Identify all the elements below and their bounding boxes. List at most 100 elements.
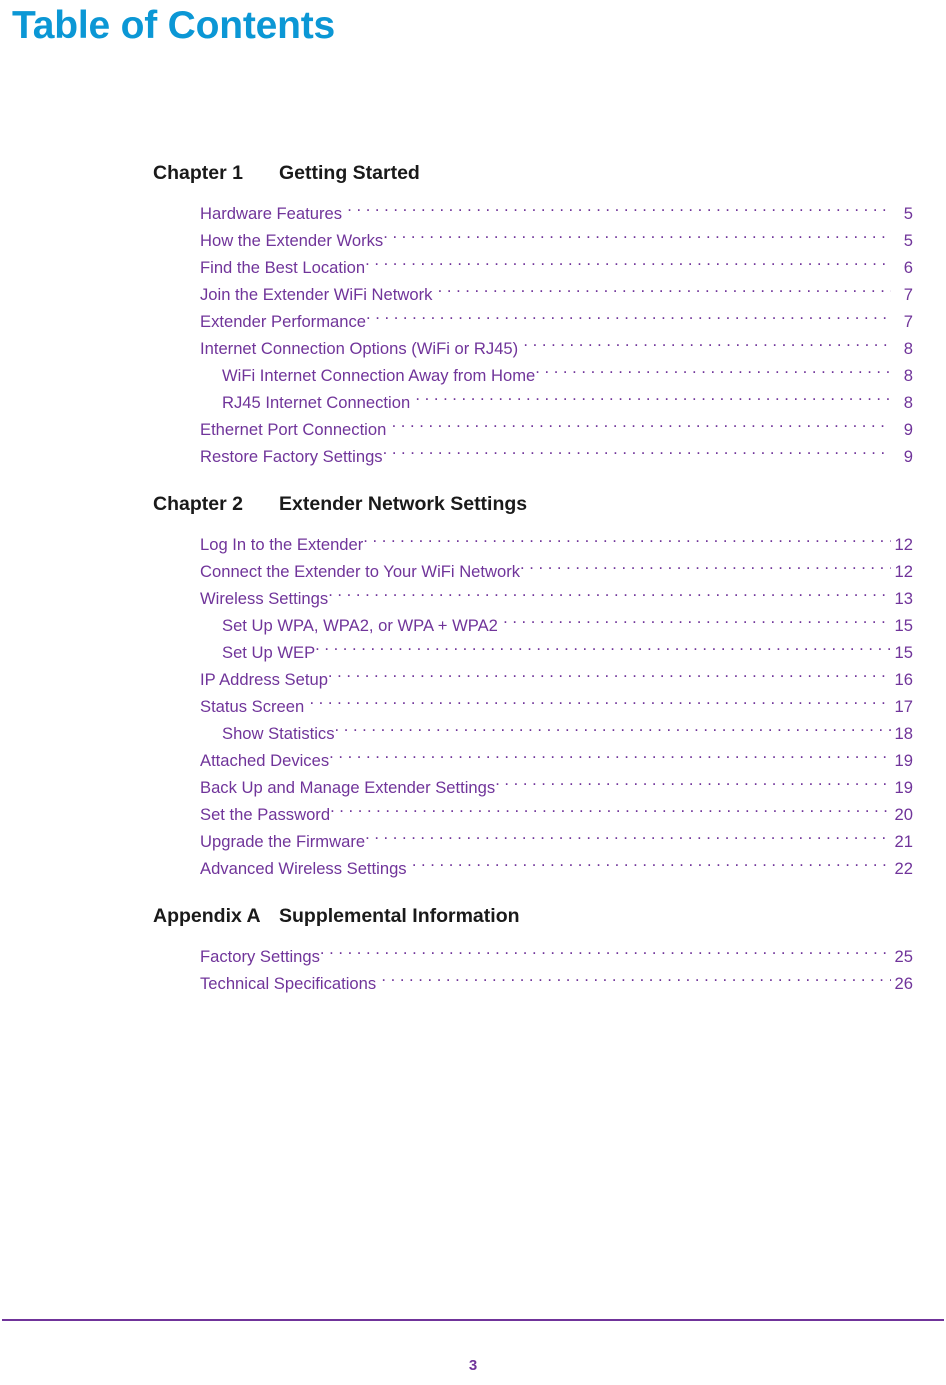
toc-entry-page-number: 19 [894, 778, 913, 797]
toc-entry[interactable]: Show Statistics 18 [222, 720, 913, 747]
toc-dot-leader [498, 614, 891, 631]
section-title: Supplemental Information [279, 905, 520, 927]
toc-entry-page-number: 8 [903, 366, 913, 385]
page-title: Table of Contents [12, 4, 336, 47]
toc-entry[interactable]: Find the Best Location 6 [200, 254, 913, 281]
toc-entry-page-number: 6 [903, 258, 913, 277]
toc-entry-title: Status Screen [200, 697, 305, 716]
toc-dot-leader [365, 830, 891, 847]
toc-entry[interactable]: Set Up WEP 15 [222, 639, 913, 666]
toc-entry[interactable]: RJ45 Internet Connection 8 [222, 389, 913, 416]
toc-entry-list: Hardware Features5How the Extender Works… [153, 200, 913, 470]
toc-sections: Chapter 1 Getting Started Hardware Feature… [153, 160, 913, 997]
toc-entry[interactable]: Attached Devices 19 [200, 747, 913, 774]
toc-entry[interactable]: Back Up and Manage Extender Settings 19 [200, 774, 913, 801]
toc-entry[interactable]: Set the Password 20 [200, 801, 913, 828]
toc-entry[interactable]: Join the Extender WiFi Network 7 [200, 281, 913, 308]
toc-entry[interactable]: IP Address Setup 16 [200, 666, 913, 693]
toc-entry[interactable]: WiFi Internet Connection Away from Home 8 [222, 362, 913, 389]
toc-entry[interactable]: Technical Specifications 26 [200, 970, 913, 997]
toc-dot-leader [518, 337, 891, 354]
toc-entry-page-number: 17 [894, 697, 913, 716]
toc-dot-leader [329, 749, 891, 766]
toc-page: Table of Contents Chapter 1 Getting Start… [0, 0, 946, 1385]
toc-entry[interactable]: Restore Factory Settings 9 [200, 443, 913, 470]
toc-dot-leader [386, 418, 891, 435]
toc-entry-title: Set the Password [200, 805, 331, 824]
toc-dot-leader [366, 310, 891, 327]
section-heading: Chapter 1 Getting Started [153, 160, 913, 186]
toc-entry-page-number: 9 [903, 447, 913, 466]
toc-entry-page-number: 21 [894, 832, 913, 851]
toc-entry[interactable]: Extender Performance 7 [200, 308, 913, 335]
toc-entry-page-number: 15 [894, 643, 913, 662]
toc-dot-leader [410, 391, 891, 408]
toc-entry[interactable]: Internet Connection Options (WiFi or RJ4… [200, 335, 913, 362]
toc-entry-title: IP Address Setup [200, 670, 328, 689]
toc-entry[interactable]: Upgrade the Firmware 21 [200, 828, 913, 855]
toc-entry[interactable]: Hardware Features 5 [200, 200, 913, 227]
toc-entry-title: Find the Best Location [200, 258, 366, 277]
toc-dot-leader [383, 229, 891, 246]
toc-entry-page-number: 22 [894, 859, 913, 878]
toc-section: Chapter 2 Extender Network Settings Log In… [153, 491, 913, 882]
toc-entry[interactable]: Connect the Extender to Your WiFi Networ… [200, 558, 913, 585]
toc-entry-page-number: 8 [903, 393, 913, 412]
toc-dot-leader [304, 695, 891, 712]
toc-entry-title: Join the Extender WiFi Network [200, 285, 433, 304]
toc-entry-page-number: 7 [903, 285, 913, 304]
toc-dot-leader [407, 857, 891, 874]
toc-entry-page-number: 5 [903, 231, 913, 250]
toc-entry-title: Set Up WEP [222, 643, 316, 662]
toc-entry-page-number: 19 [894, 751, 913, 770]
toc-entry[interactable]: Advanced Wireless Settings 22 [200, 855, 913, 882]
toc-entry[interactable]: Factory Settings 25 [200, 943, 913, 970]
toc-dot-leader [315, 641, 891, 658]
section-number: Chapter 1 [153, 162, 243, 184]
toc-entry-title: Set Up WPA, WPA2, or WPA + WPA2 [222, 616, 498, 635]
toc-entry[interactable]: Wireless Settings 13 [200, 585, 913, 612]
toc-dot-leader [365, 256, 891, 273]
toc-dot-leader [342, 202, 891, 219]
toc-dot-leader [328, 587, 891, 604]
toc-entry[interactable]: Status Screen 17 [200, 693, 913, 720]
toc-dot-leader [520, 560, 891, 577]
section-title: Getting Started [279, 162, 420, 184]
toc-entry-title: Log In to the Extender [200, 535, 364, 554]
toc-dot-leader [328, 668, 891, 685]
toc-entry-page-number: 7 [903, 312, 913, 331]
toc-entry[interactable]: Ethernet Port Connection 9 [200, 416, 913, 443]
toc-entry[interactable]: How the Extender Works 5 [200, 227, 913, 254]
toc-entry-title: How the Extender Works [200, 231, 384, 250]
toc-entry-title: Wireless Settings [200, 589, 329, 608]
section-number: Appendix A [153, 905, 261, 927]
toc-entry-page-number: 15 [894, 616, 913, 635]
toc-entry-page-number: 25 [894, 947, 913, 966]
toc-entry-title: Advanced Wireless Settings [200, 859, 407, 878]
toc-entry-title: Show Statistics [222, 724, 335, 743]
toc-entry-title: Ethernet Port Connection [200, 420, 387, 439]
section-title: Extender Network Settings [279, 493, 528, 515]
toc-entry-title: Upgrade the Firmware [200, 832, 366, 851]
toc-entry-title: Factory Settings [200, 947, 320, 966]
toc-entry[interactable]: Set Up WPA, WPA2, or WPA + WPA2 15 [222, 612, 913, 639]
toc-dot-leader [320, 945, 891, 962]
section-number: Chapter 2 [153, 493, 243, 515]
toc-dot-leader [383, 445, 891, 462]
toc-entry-title: RJ45 Internet Connection [222, 393, 411, 412]
toc-entry-title: WiFi Internet Connection Away from Home [222, 366, 536, 385]
toc-section: Chapter 1 Getting Started Hardware Feature… [153, 160, 913, 470]
toc-entry-page-number: 20 [894, 805, 913, 824]
toc-entry-list: Factory Settings 25 Technical Specificatio… [153, 943, 913, 997]
toc-entry-page-number: 16 [894, 670, 913, 689]
toc-entry-title: Restore Factory Settings [200, 447, 383, 466]
toc-dot-leader [495, 776, 891, 793]
toc-entry-title: Extender Performance [200, 312, 367, 331]
toc-entry-title: Back Up and Manage Extender Settings [200, 778, 496, 797]
toc-entry-page-number: 12 [894, 562, 913, 581]
toc-entry-page-number: 5 [903, 204, 913, 223]
toc-entry[interactable]: Log In to the Extender 12 [200, 531, 913, 558]
section-heading: Chapter 2 Extender Network Settings [153, 491, 913, 517]
section-heading: Appendix A Supplemental Information [153, 903, 913, 929]
toc-entry-title: Technical Specifications [200, 974, 377, 993]
